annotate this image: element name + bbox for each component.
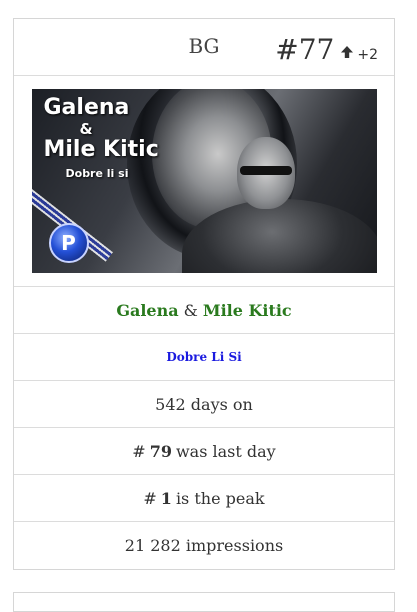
artists-row: Galena & Mile Kitic [14,287,394,334]
peak-row: # 1 is the peak [14,475,394,522]
next-entry-card [13,592,395,612]
cover-sunglasses [239,166,292,175]
song-title-link[interactable]: Dobre Li Si [166,350,241,364]
cover-row: P Galena & Mile Kitic Dobre li si [14,76,394,287]
artist-separator: & [183,300,198,320]
peak-text: is the peak [175,488,265,508]
last-day-text: was last day [175,441,276,461]
days-on-text: 542 days on [155,394,253,414]
last-day-hash: # [132,441,146,461]
days-on-row: 542 days on [14,381,394,428]
chart-entry-card: BG #77 +2 P Galena & Mile Kitic Dobre li… [13,18,395,570]
arrow-up-icon [340,44,354,63]
song-row: Dobre Li Si [14,334,394,381]
peak-hash: # [143,488,157,508]
cover-title: Galena & Mile Kitic Dobre li si [44,95,159,185]
rank-group: #77 +2 [275,33,378,66]
rank-number: #77 [275,33,335,66]
last-day-row: # 79 was last day [14,428,394,475]
cover-ampersand: & [79,120,93,138]
cover-artist-1: Galena [43,95,130,120]
card-header: BG #77 +2 [14,19,394,76]
rank-delta: +2 [357,47,378,63]
last-day-value: 79 [149,441,172,461]
impressions-text: 21 282 impressions [124,536,284,555]
album-cover-image[interactable]: P Galena & Mile Kitic Dobre li si [31,89,377,273]
peak-value: 1 [160,488,172,508]
cover-song: Dobre li si [65,167,129,180]
label-logo-icon: P [48,223,89,263]
artist-link-galena[interactable]: Galena [116,301,178,320]
impressions-row: 21 282 impressions [14,522,394,569]
artist-link-mile-kitic[interactable]: Mile Kitic [203,301,292,320]
cover-artist-2: Mile Kitic [43,137,159,162]
